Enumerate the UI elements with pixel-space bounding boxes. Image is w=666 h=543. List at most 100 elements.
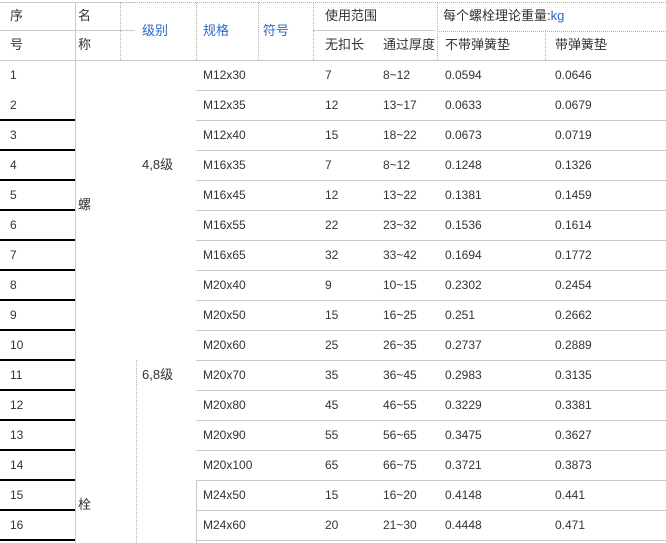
seq-divider <box>0 479 75 481</box>
row-no-thread: 12 <box>325 90 370 120</box>
row-no-thread: 9 <box>325 270 370 300</box>
grid-line <box>196 270 666 271</box>
row-spec: M20x50 <box>203 300 303 330</box>
row-weight-without: 0.4148 <box>445 480 540 510</box>
grid-line <box>196 2 197 60</box>
row-weight-without: 0.1248 <box>445 150 540 180</box>
row-seq: 8 <box>10 270 70 300</box>
seq-divider <box>0 359 75 361</box>
row-spec: M20x60 <box>203 330 303 360</box>
row-no-thread: 15 <box>325 120 370 150</box>
row-through: 66~75 <box>383 450 431 480</box>
grid-line <box>196 481 197 543</box>
row-seq: 14 <box>10 450 70 480</box>
row-spec: M24x50 <box>203 480 303 510</box>
grid-line <box>196 420 666 421</box>
row-seq: 5 <box>10 180 70 210</box>
row-weight-with: 0.0719 <box>555 120 660 150</box>
row-weight-without: 0.0594 <box>445 60 540 90</box>
row-through: 46~55 <box>383 390 431 420</box>
row-no-thread: 35 <box>325 360 370 390</box>
row-weight-without: 0.1694 <box>445 240 540 270</box>
seq-divider <box>0 269 75 271</box>
row-no-thread: 15 <box>325 300 370 330</box>
row-no-thread: 65 <box>325 450 370 480</box>
row-through: 36~45 <box>383 360 431 390</box>
grid-line <box>196 480 666 481</box>
header-weight-group-label: 每个螺栓理论重量: <box>443 8 551 23</box>
grid-line <box>196 180 666 181</box>
seq-divider <box>0 299 75 301</box>
row-spec: M20x90 <box>203 420 303 450</box>
row-weight-with: 0.3381 <box>555 390 660 420</box>
row-spec: M20x80 <box>203 390 303 420</box>
seq-divider <box>0 329 75 331</box>
seq-divider <box>0 419 75 421</box>
header-no-thread: 无扣长 <box>325 30 373 60</box>
row-seq: 9 <box>10 300 70 330</box>
row-no-thread: 7 <box>325 150 370 180</box>
grid-line <box>0 2 135 3</box>
grid-line <box>437 2 438 60</box>
seq-divider <box>0 449 75 451</box>
row-weight-with: 0.2662 <box>555 300 660 330</box>
header-seq-line2: 号 <box>10 30 70 60</box>
grid-line <box>196 300 666 301</box>
row-through: 56~65 <box>383 420 431 450</box>
row-no-thread: 7 <box>325 60 370 90</box>
row-through: 21~30 <box>383 510 431 540</box>
header-weight-unit: kg <box>551 8 565 23</box>
row-weight-without: 0.3475 <box>445 420 540 450</box>
row-weight-without: 0.2983 <box>445 360 540 390</box>
grid-line <box>437 31 666 32</box>
row-weight-without: 0.1381 <box>445 180 540 210</box>
row-spec: M16x55 <box>203 210 303 240</box>
row-weight-with: 0.1459 <box>555 180 660 210</box>
row-weight-with: 0.1614 <box>555 210 660 240</box>
bolt-weight-table: 序 号 名 称 级别 规格 符号 使用范围 每个螺栓理论重量:kg 无扣长 通过… <box>0 0 666 543</box>
row-seq: 7 <box>10 240 70 270</box>
row-through: 26~35 <box>383 330 431 360</box>
row-spec: M12x40 <box>203 120 303 150</box>
row-no-thread: 55 <box>325 420 370 450</box>
row-seq: 13 <box>10 420 70 450</box>
row-through: 23~32 <box>383 210 431 240</box>
name-char-luo: 螺 <box>78 190 130 220</box>
row-weight-with: 0.2454 <box>555 270 660 300</box>
row-weight-with: 0.1772 <box>555 240 660 270</box>
grid-line <box>196 240 666 241</box>
row-through: 16~20 <box>383 480 431 510</box>
row-weight-without: 0.251 <box>445 300 540 330</box>
header-usage-group: 使用范围 <box>325 2 433 30</box>
row-through: 8~12 <box>383 150 431 180</box>
grid-line <box>196 330 666 331</box>
row-no-thread: 45 <box>325 390 370 420</box>
row-no-thread: 25 <box>325 330 370 360</box>
row-weight-with: 0.3135 <box>555 360 660 390</box>
row-spec: M12x30 <box>203 60 303 90</box>
row-weight-with: 0.1326 <box>555 150 660 180</box>
row-weight-without: 0.2737 <box>445 330 540 360</box>
row-seq: 2 <box>10 90 70 120</box>
row-spec: M16x35 <box>203 150 303 180</box>
row-no-thread: 32 <box>325 240 370 270</box>
seq-divider <box>0 119 75 121</box>
header-weight-group: 每个螺栓理论重量:kg <box>443 2 663 30</box>
row-spec: M20x100 <box>203 450 303 480</box>
row-through: 8~12 <box>383 60 431 90</box>
row-seq: 3 <box>10 120 70 150</box>
seq-divider <box>0 539 75 541</box>
row-weight-without: 0.3721 <box>445 450 540 480</box>
seq-divider <box>0 509 75 511</box>
row-spec: M24x60 <box>203 510 303 540</box>
header-grade: 级别 <box>142 2 194 60</box>
header-name-line2: 称 <box>78 30 130 60</box>
row-weight-without: 0.4448 <box>445 510 540 540</box>
header-spec: 规格 <box>203 2 256 60</box>
grid-line <box>196 450 666 451</box>
row-spec: M12x35 <box>203 90 303 120</box>
header-without-spring-washer: 不带弹簧垫 <box>445 30 543 60</box>
row-weight-with: 0.2889 <box>555 330 660 360</box>
row-weight-with: 0.3627 <box>555 420 660 450</box>
row-spec: M16x45 <box>203 180 303 210</box>
